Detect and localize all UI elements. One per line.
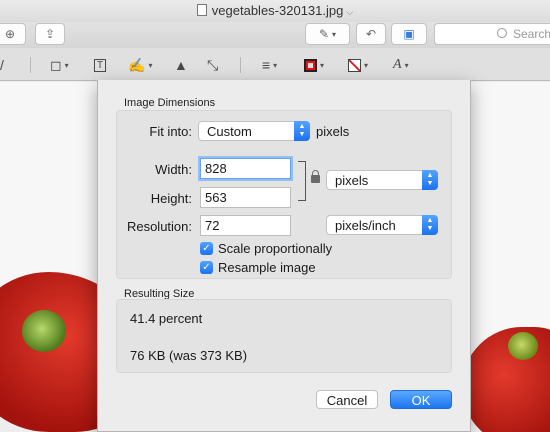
chevron-down-icon: ▾ xyxy=(148,60,153,70)
rotate-button[interactable]: ↶ xyxy=(356,23,386,45)
resolution-field[interactable]: 72 xyxy=(200,215,291,236)
height-label: Height: xyxy=(150,191,192,206)
adjust-color-icon: ▲ xyxy=(174,57,188,73)
result-file-size: 76 KB (was 373 KB) xyxy=(130,348,248,363)
adjust-size-tool[interactable]: ⤡ xyxy=(207,55,218,75)
height-value: 563 xyxy=(205,190,227,205)
width-label: Width: xyxy=(155,162,192,177)
search-icon xyxy=(497,28,507,38)
title-bar: vegetables-320131.jpg ⌵ xyxy=(0,0,550,22)
chevron-down-icon: ▾ xyxy=(320,60,325,70)
fill-color-tool[interactable]: ▾ xyxy=(348,55,368,75)
scale-proportionally-label: Scale proportionally xyxy=(218,241,333,256)
fit-into-value: Custom xyxy=(207,124,252,139)
border-color-tool[interactable]: ▾ xyxy=(304,55,324,75)
search-placeholder: Search xyxy=(513,27,550,41)
fit-into-label: Fit into: xyxy=(149,124,192,139)
zoom-button[interactable]: ⊕ xyxy=(0,23,26,45)
width-field[interactable]: 828 xyxy=(200,158,291,179)
cancel-button[interactable]: Cancel xyxy=(316,390,378,409)
line-style-icon: ≡ xyxy=(262,57,271,73)
size-unit-value: pixels xyxy=(335,173,369,188)
checkmark-icon: ✓ xyxy=(200,261,213,274)
toolbox-icon: ▣ xyxy=(403,27,415,41)
pepper-stem xyxy=(508,332,538,360)
lock-icon[interactable] xyxy=(311,170,320,183)
text-style-icon: A xyxy=(393,57,402,72)
shapes-tool[interactable]: ◻ ▾ xyxy=(50,55,69,75)
share-button[interactable]: ⇪ xyxy=(35,23,65,45)
resolution-value: 72 xyxy=(205,218,220,233)
chevron-down-icon: ▾ xyxy=(64,60,69,70)
search-input[interactable]: Search xyxy=(434,23,550,45)
chevron-down-icon: ▾ xyxy=(364,60,369,70)
size-unit-popup[interactable]: pixels ▲ ▼ xyxy=(326,170,438,190)
fill-color-icon xyxy=(348,58,361,72)
shapes-icon: ◻ xyxy=(50,56,62,73)
resolution-label: Resolution: xyxy=(126,219,192,234)
result-percent: 41.4 percent xyxy=(130,311,203,326)
scale-proportionally-checkbox[interactable]: ✓ Scale proportionally xyxy=(200,241,332,256)
resample-image-checkbox[interactable]: ✓ Resample image xyxy=(200,260,316,275)
sketch-tool-icon[interactable]: / xyxy=(0,55,4,75)
image-dimensions-header: Image Dimensions xyxy=(124,97,216,109)
ok-button[interactable]: OK xyxy=(390,390,452,409)
image-dimensions-box: Fit into: Custom ▲ ▼ pixels Width: 828 He… xyxy=(116,110,452,279)
window-title[interactable]: vegetables-320131.jpg ⌵ xyxy=(0,3,550,18)
resolution-unit-popup[interactable]: pixels/inch ▲ ▼ xyxy=(326,215,438,235)
height-field[interactable]: 563 xyxy=(200,187,291,208)
markup-toolbar: / ◻ ▾ T ✍ ▾ ▲ ⤡ ≡ ▾ ▾ ▾ A ▾ xyxy=(0,48,550,81)
text-style-tool[interactable]: A ▾ xyxy=(393,55,409,75)
link-bracket xyxy=(298,161,306,201)
chevron-down-icon: ▾ xyxy=(404,60,409,70)
resize-icon: ⤡ xyxy=(207,56,219,73)
signature-tool[interactable]: ✍ ▾ xyxy=(128,55,152,75)
width-value: 828 xyxy=(205,161,227,176)
document-icon xyxy=(196,4,207,16)
window-title-text: vegetables-320131.jpg xyxy=(211,3,344,18)
resulting-size-box: 41.4 percent 76 KB (was 373 KB) xyxy=(116,299,452,373)
share-icon: ⇪ xyxy=(44,27,56,41)
adjust-size-dialog: Image Dimensions Fit into: Custom ▲ ▼ pix… xyxy=(97,80,471,432)
line-style-tool[interactable]: ≡ ▾ xyxy=(262,55,277,75)
adjust-color-tool[interactable]: ▲ xyxy=(174,55,188,75)
fit-into-unit: pixels xyxy=(316,124,350,139)
text-box-icon: T xyxy=(94,58,107,72)
zoom-icon: ⊕ xyxy=(4,27,16,41)
resample-image-label: Resample image xyxy=(218,260,316,275)
text-tool[interactable]: T xyxy=(94,55,107,75)
chevron-down-icon: ▾ xyxy=(273,60,278,70)
rotate-icon: ↶ xyxy=(365,27,377,41)
chevron-down-icon: ⌵ xyxy=(346,7,354,17)
checkmark-icon: ✓ xyxy=(200,242,213,255)
markup-toolbar-button[interactable]: ✎ ▾ xyxy=(305,23,350,45)
updown-arrows-icon: ▲ ▼ xyxy=(294,121,310,141)
border-color-icon xyxy=(304,58,317,72)
pepper-stem xyxy=(22,310,66,352)
toolbar-divider xyxy=(30,57,31,73)
signature-icon: ✍ xyxy=(128,56,146,73)
toolbox-button[interactable]: ▣ xyxy=(391,23,427,45)
resolution-unit-value: pixels/inch xyxy=(335,218,396,233)
pen-icon: ✎ xyxy=(318,27,330,41)
main-toolbar: ⊕ ⇪ ✎ ▾ ↶ ▣ Search xyxy=(0,22,550,48)
updown-arrows-icon: ▲ ▼ xyxy=(422,215,438,235)
updown-arrows-icon: ▲ ▼ xyxy=(422,170,438,190)
chevron-down-icon: ▾ xyxy=(332,29,337,39)
toolbar-divider xyxy=(240,57,241,73)
fit-into-popup[interactable]: Custom ▲ ▼ xyxy=(198,121,310,141)
